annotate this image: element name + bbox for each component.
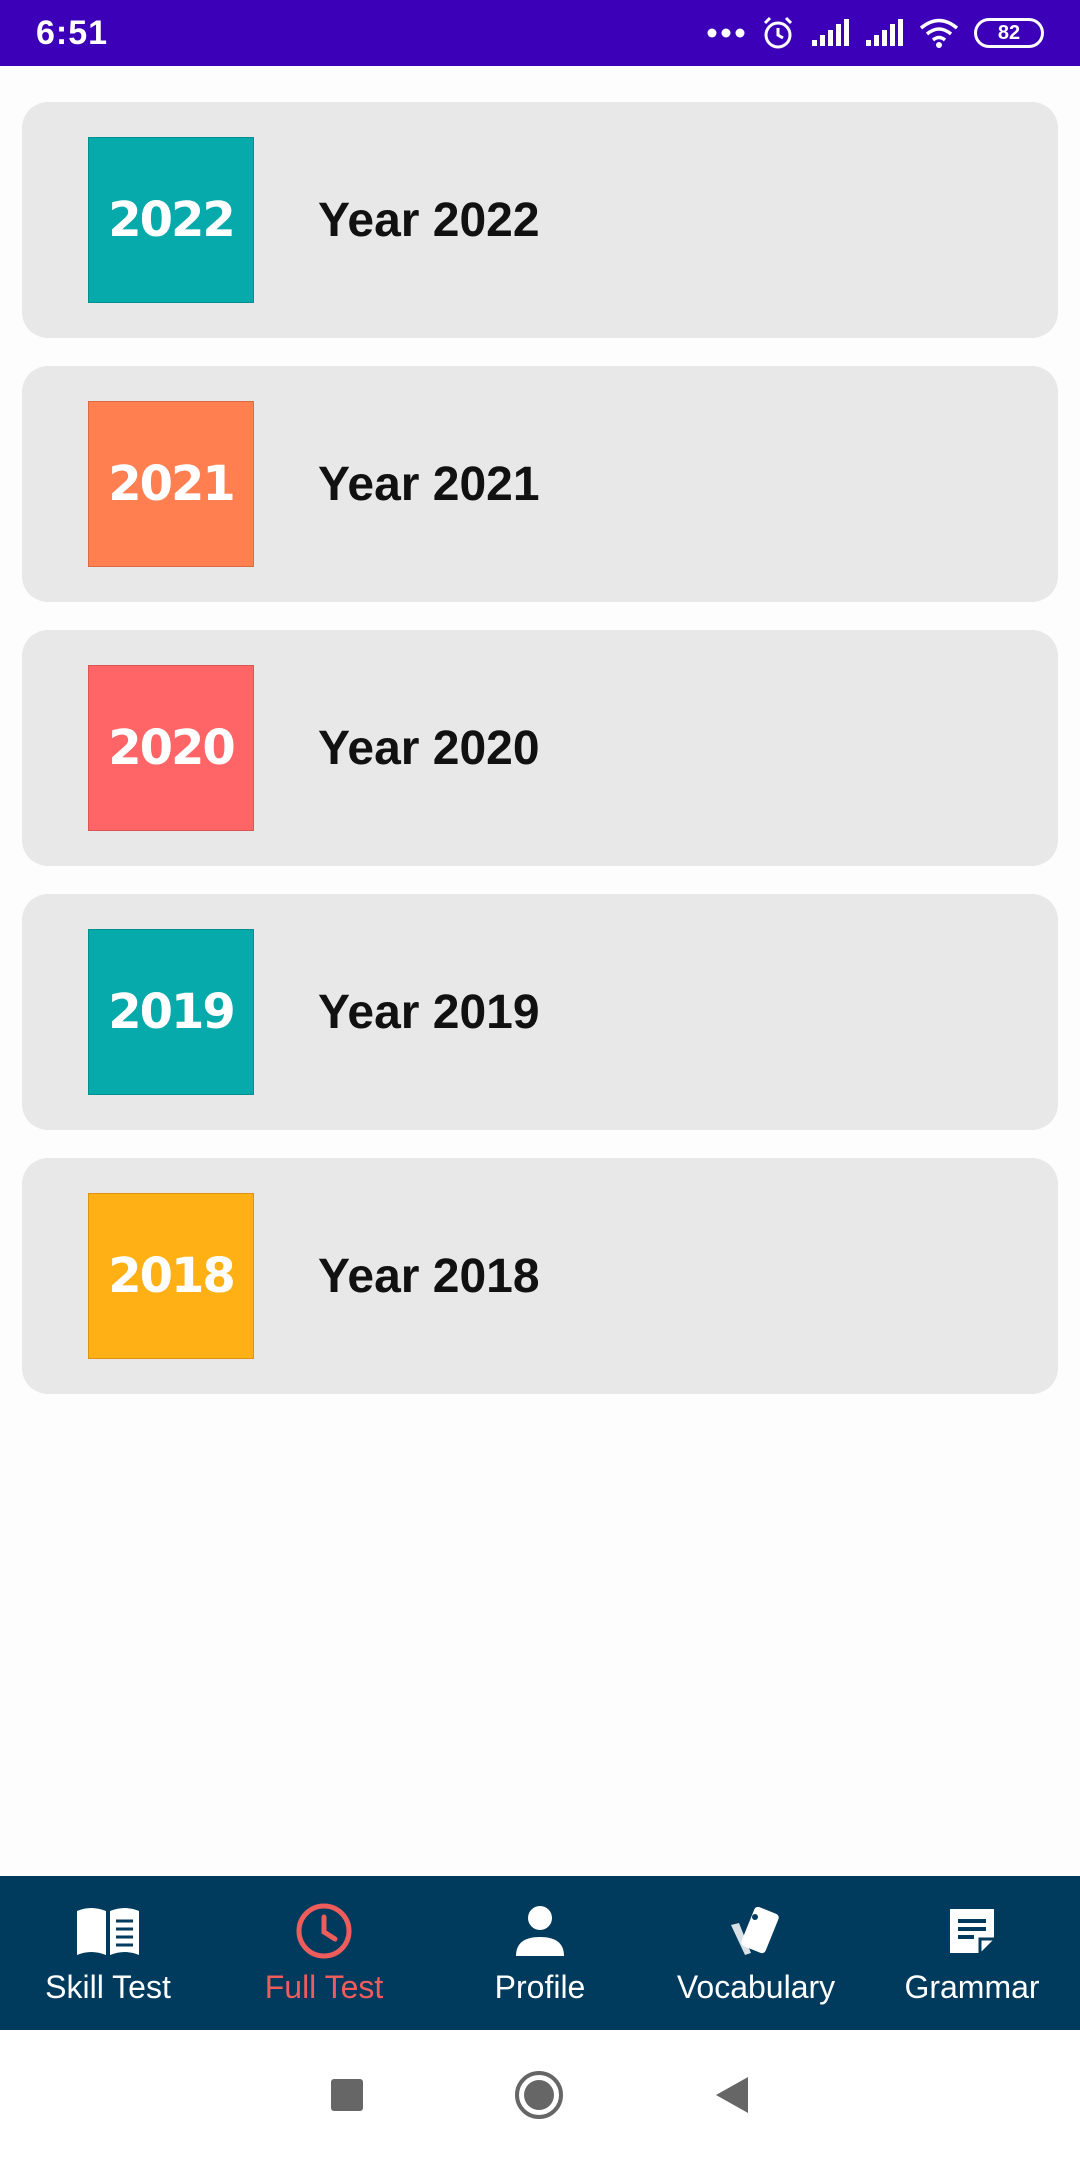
status-bar: 6:51 82 <box>0 0 1080 66</box>
nav-grammar[interactable]: Grammar <box>864 1876 1080 2030</box>
clock-icon <box>294 1901 354 1961</box>
nav-label: Grammar <box>904 1968 1040 2005</box>
year-card-2020[interactable]: 2020 Year 2020 <box>22 630 1058 866</box>
alarm-icon <box>760 15 796 51</box>
year-label: Year 2019 <box>318 985 540 1039</box>
nav-label: Profile <box>494 1968 586 2005</box>
status-icons: 82 <box>706 15 1044 51</box>
person-icon <box>515 1901 565 1961</box>
year-thumbnail: 2018 <box>88 1193 254 1359</box>
nav-full-test[interactable]: Full Test <box>216 1876 432 2030</box>
note-icon <box>946 1901 998 1961</box>
nav-label: Vocabulary <box>676 1968 836 2005</box>
year-card-2021[interactable]: 2021 Year 2021 <box>22 366 1058 602</box>
year-label: Year 2022 <box>318 193 540 247</box>
bottom-navigation: Skill Test Full Test Profile Vocabulary … <box>0 1876 1080 2030</box>
year-thumbnail: 2022 <box>88 137 254 303</box>
recents-icon[interactable] <box>330 2078 364 2112</box>
year-card-2022[interactable]: 2022 Year 2022 <box>22 102 1058 338</box>
year-thumbnail: 2020 <box>88 665 254 831</box>
back-icon[interactable] <box>714 2075 750 2115</box>
home-icon[interactable] <box>514 2070 564 2120</box>
battery-level: 82 <box>997 21 1021 44</box>
wifi-icon <box>918 17 960 49</box>
year-label: Year 2021 <box>318 457 540 511</box>
year-card-2018[interactable]: 2018 Year 2018 <box>22 1158 1058 1394</box>
year-thumbnail: 2019 <box>88 929 254 1095</box>
signal-icon <box>864 18 904 48</box>
year-card-2019[interactable]: 2019 Year 2019 <box>22 894 1058 1130</box>
year-label: Year 2018 <box>318 1249 540 1303</box>
status-time: 6:51 <box>36 13 109 52</box>
year-thumbnail: 2021 <box>88 401 254 567</box>
battery-icon: 82 <box>974 18 1044 48</box>
nav-label: Full Test <box>264 1968 384 2005</box>
nav-label: Skill Test <box>45 1968 171 2005</box>
nav-profile[interactable]: Profile <box>432 1876 648 2030</box>
year-list: 2022 Year 2022 2021 Year 2021 2020 Year … <box>22 102 1058 1422</box>
nav-skill-test[interactable]: Skill Test <box>0 1876 216 2030</box>
signal-icon <box>810 18 850 48</box>
more-dots-icon <box>706 27 746 39</box>
nav-vocabulary[interactable]: Vocabulary <box>648 1876 864 2030</box>
year-label: Year 2020 <box>318 721 540 775</box>
system-navigation-bar <box>0 2030 1080 2160</box>
cards-icon <box>725 1901 787 1961</box>
book-icon <box>75 1901 141 1961</box>
